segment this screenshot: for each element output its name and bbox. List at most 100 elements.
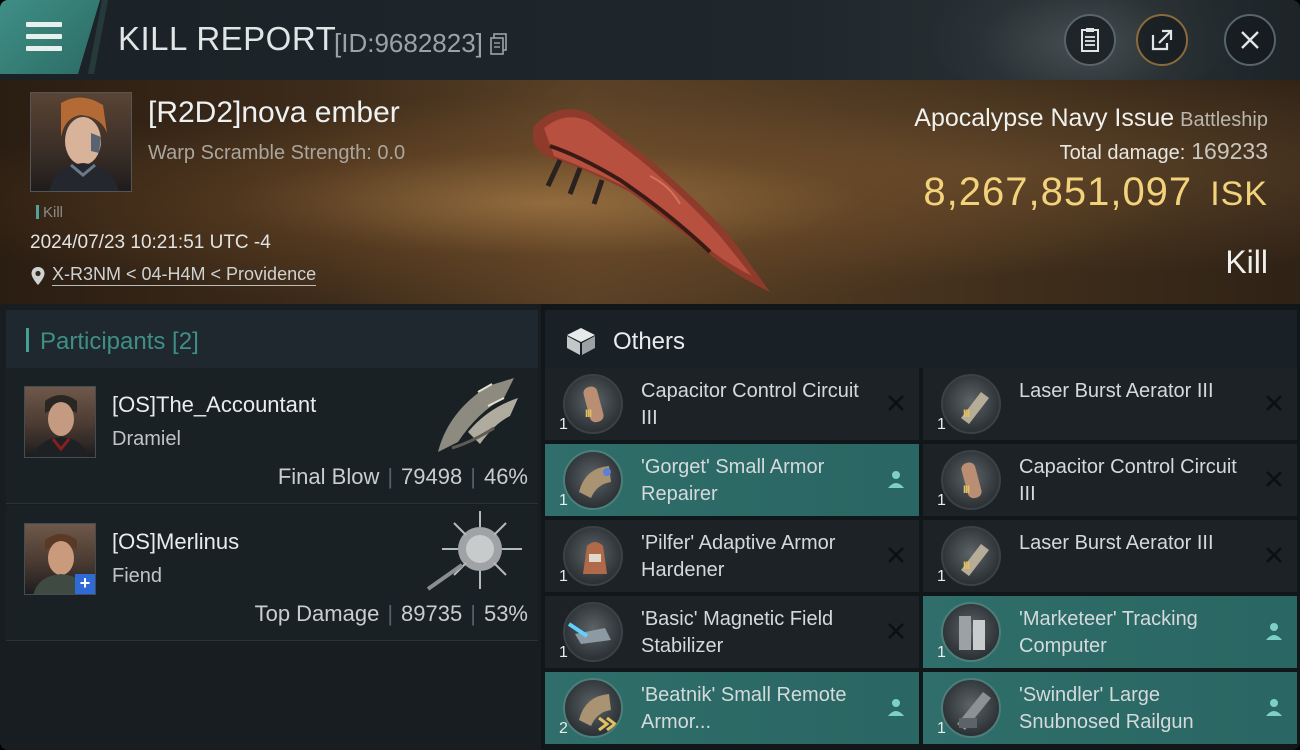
- item-name: 'Beatnik' Small Remote Armor...: [641, 684, 847, 733]
- participant-role: Final Blow: [277, 464, 380, 489]
- item-card[interactable]: III 1 Capacitor Control Circuit III: [923, 444, 1297, 516]
- item-card[interactable]: III 1 Laser Burst Aerator III: [923, 520, 1297, 592]
- laser-aerator-icon: [941, 374, 1001, 434]
- destroyed-icon: [1266, 395, 1282, 411]
- item-name: 'Marketeer' Tracking Computer: [1019, 608, 1198, 657]
- item-quantity: 1: [937, 492, 946, 509]
- location-pin-icon: [31, 267, 45, 285]
- item-card[interactable]: 1 'Pilfer' Adaptive Armor Hardener: [545, 520, 919, 592]
- menu-button[interactable]: [0, 0, 100, 74]
- cube-icon: [567, 328, 595, 355]
- participants-header: Participants [2]: [6, 310, 538, 368]
- item-card[interactable]: 2 'Beatnik' Small Remote Armor...: [545, 672, 919, 744]
- kill-location[interactable]: X-R3NM < 04-H4M < Providence: [30, 264, 317, 286]
- capacitor-circuit-icon: [941, 450, 1001, 510]
- item-quantity: 1: [559, 416, 568, 433]
- armor-hardener-icon: [563, 526, 623, 586]
- item-quantity: 1: [937, 568, 946, 585]
- participant-stats: Top Damage | 89735 | 53%: [254, 601, 528, 626]
- person-icon: [888, 471, 904, 488]
- victim-banner: [R2D2]nova ember Warp Scramble Strength:…: [0, 80, 1300, 304]
- plus-badge-icon: +: [75, 574, 95, 594]
- item-name: Capacitor Control Circuit III: [1019, 456, 1237, 505]
- participant-percent: 53%: [483, 601, 528, 626]
- tech-level-icon: III: [963, 408, 970, 420]
- participant-row[interactable]: [OS]The_Accountant Dramiel Final Blow | 79…: [6, 368, 538, 504]
- tech-level-icon: III: [963, 484, 970, 496]
- person-icon: [1266, 699, 1282, 716]
- armor-repairer-icon: [563, 450, 623, 510]
- others-title: Others: [613, 328, 686, 355]
- participant-ship[interactable]: Fiend: [112, 565, 162, 588]
- participant-ship[interactable]: Dramiel: [112, 428, 181, 451]
- victim-ship-image[interactable]: [520, 96, 780, 296]
- item-quantity: 1: [559, 644, 568, 661]
- participant-portrait-image: [33, 395, 89, 457]
- participant-avatar[interactable]: [24, 386, 96, 458]
- tech-level-icon: III: [585, 408, 592, 420]
- item-name: Laser Burst Aerator III: [1019, 532, 1214, 554]
- participant-name[interactable]: [OS]The_Accountant: [112, 392, 316, 418]
- destroyed-icon: [888, 623, 904, 639]
- participant-avatar[interactable]: +: [24, 523, 96, 595]
- participants-panel: Participants [2] [OS]The_Accountant Dram…: [0, 304, 541, 750]
- participant-ship-image[interactable]: [418, 372, 528, 460]
- magnetic-stabilizer-icon: [563, 602, 623, 662]
- item-name: 'Swindler' Large Snubnosed Railgun: [1019, 684, 1194, 733]
- menu-icon: [26, 22, 62, 27]
- share-icon: [1151, 29, 1173, 51]
- item-name: 'Pilfer' Adaptive Armor Hardener: [641, 532, 836, 581]
- copy-icon[interactable]: [490, 33, 508, 55]
- person-icon: [1266, 623, 1282, 640]
- item-name: Capacitor Control Circuit III: [641, 380, 859, 429]
- item-card[interactable]: 1 'Swindler' Large Snubnosed Railgun: [923, 672, 1297, 744]
- total-damage: Total damage: 169233: [1059, 138, 1268, 164]
- kill-tag: Kill: [36, 204, 63, 221]
- others-panel: Others III 1 Capacitor Control Circuit I…: [541, 304, 1300, 750]
- close-icon: [1241, 31, 1259, 49]
- participant-ship-image[interactable]: [418, 509, 528, 597]
- kill-datetime: 2024/07/23 10:21:51 UTC -4: [30, 232, 271, 253]
- destroyed-icon: [1266, 547, 1282, 563]
- victim-name[interactable]: [R2D2]nova ember: [148, 96, 400, 130]
- railgun-icon: [941, 678, 1001, 738]
- item-quantity: 1: [937, 720, 946, 737]
- participant-name[interactable]: [OS]Merlinus: [112, 529, 239, 555]
- item-card[interactable]: III 1 Laser Burst Aerator III: [923, 368, 1297, 440]
- item-card[interactable]: III 1 Capacitor Control Circuit III: [545, 368, 919, 440]
- item-card[interactable]: 1 'Gorget' Small Armor Repairer: [545, 444, 919, 516]
- destroyed-icon: [888, 395, 904, 411]
- participant-damage: 79498: [401, 464, 463, 489]
- clipboard-icon: [1081, 28, 1099, 52]
- item-quantity: 1: [559, 568, 568, 585]
- ship-class: Battleship: [1180, 109, 1268, 131]
- item-card[interactable]: 1 'Marketeer' Tracking Computer: [923, 596, 1297, 668]
- victim-portrait-image: [49, 97, 119, 191]
- person-icon: [888, 699, 904, 716]
- kill-report-window: KILL REPORT [ID:9682823] [R2D2]nova embe…: [0, 0, 1300, 750]
- participant-damage: 89735: [401, 601, 463, 626]
- participants-title: Participants [2]: [40, 328, 199, 355]
- victim-ship-name[interactable]: Apocalypse Navy Issue Battleship: [914, 104, 1268, 133]
- share-button[interactable]: [1136, 14, 1188, 66]
- item-quantity: 2: [559, 720, 568, 737]
- item-name: 'Gorget' Small Armor Repairer: [641, 456, 825, 505]
- capacitor-circuit-icon: [563, 374, 623, 434]
- item-card[interactable]: 1 'Basic' Magnetic Field Stabilizer: [545, 596, 919, 668]
- location-link[interactable]: X-R3NM < 04-H4M < Providence: [52, 264, 317, 286]
- item-name: Laser Burst Aerator III: [1019, 380, 1214, 402]
- participant-row[interactable]: + [OS]Merlinus Fiend Top Damage | 89735 | 53…: [6, 505, 538, 641]
- kill-result: Kill: [1225, 244, 1268, 280]
- others-header: Others: [545, 310, 1297, 368]
- participant-stats: Final Blow | 79498 | 46%: [277, 464, 528, 489]
- item-quantity: 1: [937, 416, 946, 433]
- remote-armor-repairer-icon: [563, 678, 623, 738]
- participant-percent: 46%: [483, 464, 528, 489]
- destroyed-icon: [888, 547, 904, 563]
- close-button[interactable]: [1224, 14, 1276, 66]
- tracking-computer-icon: [941, 602, 1001, 662]
- page-title: KILL REPORT: [118, 20, 337, 57]
- clipboard-button[interactable]: [1064, 14, 1116, 66]
- victim-portrait[interactable]: [30, 92, 132, 192]
- isk-value: 8,267,851,097 ISK: [923, 170, 1268, 214]
